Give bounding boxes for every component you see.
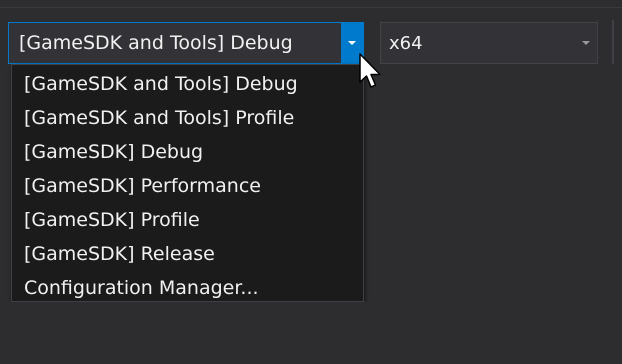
dropdown-option-gamesdk-performance[interactable]: [GameSDK] Performance <box>12 169 363 203</box>
dropdown-option-gamesdk-and-tools-profile[interactable]: [GameSDK and Tools] Profile <box>12 101 363 135</box>
dropdown-option-gamesdk-and-tools-debug[interactable]: [GameSDK and Tools] Debug <box>12 67 363 101</box>
toolbar-separator <box>612 20 614 64</box>
solution-configuration-combo[interactable]: [GameSDK and Tools] Debug <box>8 22 364 64</box>
editor-area <box>0 302 622 364</box>
solution-platform-value: x64 <box>389 32 423 54</box>
solution-platform-combo[interactable]: x64 <box>380 22 598 64</box>
dropdown-option-configuration-manager[interactable]: Configuration Manager... <box>12 271 363 305</box>
chevron-down-icon <box>582 41 590 45</box>
solution-platform-dropdown-button[interactable] <box>575 23 597 63</box>
mouse-pointer-icon <box>359 53 381 88</box>
dropdown-option-gamesdk-release[interactable]: [GameSDK] Release <box>12 237 363 271</box>
dropdown-option-gamesdk-profile[interactable]: [GameSDK] Profile <box>12 203 363 237</box>
toolbar-strip <box>0 0 622 8</box>
ide-window: [GameSDK and Tools] Debug x64 [GameSDK a… <box>0 0 622 364</box>
chevron-down-icon <box>348 41 356 45</box>
configuration-dropdown-list: [GameSDK and Tools] Debug [GameSDK and T… <box>11 64 364 302</box>
solution-configuration-value: [GameSDK and Tools] Debug <box>19 32 293 54</box>
dropdown-option-gamesdk-debug[interactable]: [GameSDK] Debug <box>12 135 363 169</box>
